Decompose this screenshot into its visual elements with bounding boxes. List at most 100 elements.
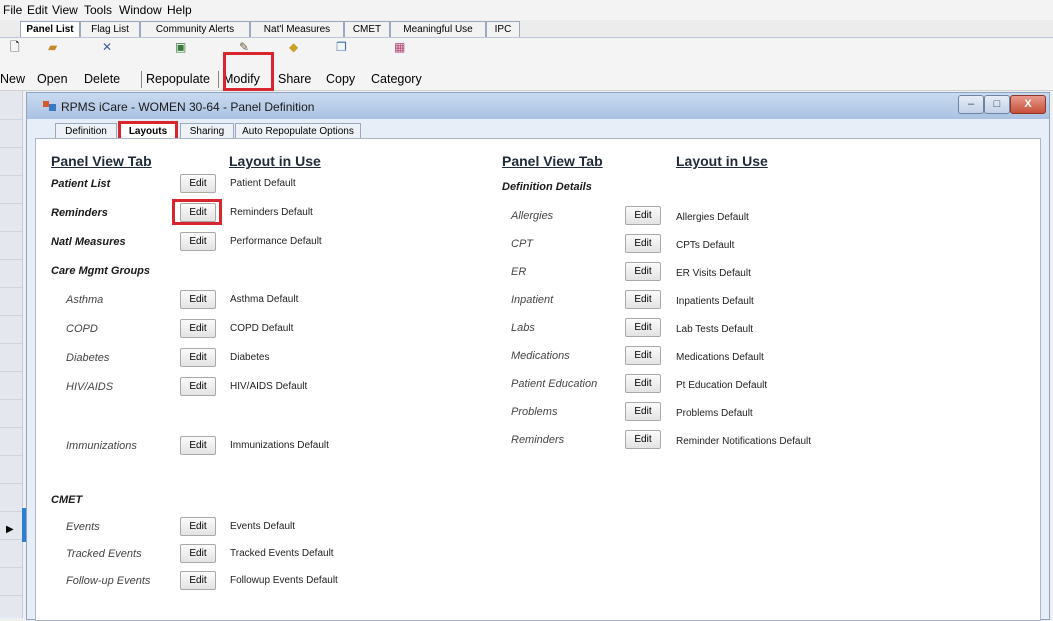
row-divider: [0, 399, 22, 400]
close-button[interactable]: X: [1010, 95, 1046, 114]
layout-name: Problems Default: [676, 408, 753, 419]
row-label: Labs: [511, 322, 535, 334]
row-label: Patient Education: [511, 378, 598, 390]
copy-button[interactable]: ❐ Copy: [320, 38, 368, 90]
menu-file[interactable]: File: [3, 3, 22, 17]
open-folder-icon: ▰: [48, 40, 58, 54]
repopulate-icon: ▣: [175, 40, 187, 54]
section-label: CMET: [51, 494, 83, 506]
menu-view[interactable]: View: [52, 3, 78, 17]
edit-button[interactable]: Edit: [625, 206, 661, 225]
menu-tools[interactable]: Tools: [84, 3, 112, 17]
edit-button[interactable]: Edit: [180, 319, 216, 338]
tab-cmet[interactable]: CMET: [344, 21, 390, 37]
menu-window[interactable]: Window: [119, 3, 162, 17]
edit-button[interactable]: Edit: [625, 262, 661, 281]
layout-name: Diabetes: [230, 352, 270, 363]
edit-button[interactable]: Edit: [180, 348, 216, 367]
layout-name: Performance Default: [230, 236, 322, 247]
row-divider: [0, 315, 22, 316]
row-label: Medications: [511, 350, 570, 362]
layouts-panel: Panel View Tab Layout in Use Panel View …: [35, 138, 1041, 621]
row-divider: [0, 567, 22, 568]
section-label: Definition Details: [502, 181, 592, 193]
edit-button[interactable]: Edit: [180, 571, 216, 590]
open-button[interactable]: ▰ Open: [34, 38, 80, 90]
layout-name: Reminder Notifications Default: [676, 436, 812, 447]
copy-icon: ❐: [336, 40, 347, 54]
row-label: Tracked Events: [66, 548, 142, 560]
panel-definition-window: RPMS iCare - WOMEN 30-64 - Panel Definit…: [26, 92, 1050, 621]
row-label: Reminders: [511, 434, 565, 446]
edit-button[interactable]: Edit: [180, 436, 216, 455]
tab-panel-list[interactable]: Panel List: [20, 21, 80, 37]
row-divider: [0, 287, 22, 288]
layout-name: Allergies Default: [676, 212, 749, 223]
edit-button[interactable]: Edit: [180, 517, 216, 536]
minimize-button[interactable]: –: [958, 95, 984, 114]
row-divider: [0, 511, 22, 512]
edit-button[interactable]: Edit: [180, 232, 216, 251]
layout-in-use-header: Layout in Use: [229, 153, 321, 169]
layout-in-use-header: Layout in Use: [676, 153, 768, 169]
edit-button[interactable]: Edit: [625, 318, 661, 337]
tab-meaningful-use[interactable]: Meaningful Use: [390, 21, 486, 37]
row-label: Natl Measures: [51, 236, 126, 248]
row-divider: [0, 455, 22, 456]
maximize-button[interactable]: □: [984, 95, 1010, 114]
delete-button[interactable]: ✕ Delete: [80, 38, 138, 90]
row-label: Asthma: [66, 294, 104, 306]
new-button[interactable]: 🗋 New: [0, 38, 34, 90]
category-button[interactable]: ▦ Category: [368, 38, 434, 90]
share-button[interactable]: ◆ Share: [272, 38, 320, 90]
edit-button[interactable]: Edit: [180, 377, 216, 396]
toolbar: 🗋 New ▰ Open ✕ Delete ▣ Repopulate ✎ Mod…: [0, 38, 1053, 91]
row-label: HIV/AIDS: [66, 381, 114, 393]
layout-name: COPD Default: [230, 323, 294, 334]
edit-button[interactable]: Edit: [180, 544, 216, 563]
row-divider: [0, 371, 22, 372]
tab-flag-list[interactable]: Flag List: [80, 21, 140, 37]
tab-ipc[interactable]: IPC: [486, 21, 520, 37]
tab-natl-measures[interactable]: Nat'l Measures: [250, 21, 344, 37]
row-divider: [0, 595, 22, 596]
row-divider: [0, 259, 22, 260]
tab-auto-repopulate-options[interactable]: Auto Repopulate Options: [235, 123, 361, 139]
edit-button[interactable]: Edit: [625, 430, 661, 449]
row-label: Diabetes: [66, 352, 110, 364]
row-divider: [0, 483, 22, 484]
app-icon: [43, 101, 56, 111]
tab-definition[interactable]: Definition: [55, 123, 117, 139]
share-icon: ◆: [289, 40, 299, 54]
row-label: Follow-up Events: [66, 575, 151, 587]
layout-name: ER Visits Default: [676, 268, 751, 279]
tab-community-alerts[interactable]: Community Alerts: [140, 21, 250, 37]
panel-view-tab-header: Panel View Tab: [502, 153, 603, 169]
layout-name: Patient Default: [230, 178, 296, 189]
layout-name: Events Default: [230, 521, 296, 532]
tab-sharing[interactable]: Sharing: [180, 123, 234, 139]
title-bar[interactable]: RPMS iCare - WOMEN 30-64 - Panel Definit…: [27, 93, 1049, 119]
repopulate-button[interactable]: ▣ Repopulate: [143, 38, 217, 90]
toolbar-separator: [218, 71, 219, 88]
menu-bar: File Edit View Tools Window Help: [0, 0, 1053, 20]
edit-button[interactable]: Edit: [625, 346, 661, 365]
edit-button[interactable]: Edit: [625, 290, 661, 309]
menu-edit[interactable]: Edit: [27, 3, 48, 17]
menu-help[interactable]: Help: [167, 3, 192, 17]
edit-button[interactable]: Edit: [180, 174, 216, 193]
row-divider: [0, 539, 22, 540]
row-divider: [0, 119, 22, 120]
main-tab-strip: Panel List Flag List Community Alerts Na…: [0, 20, 1053, 38]
row-divider: [0, 203, 22, 204]
edit-button[interactable]: Edit: [625, 374, 661, 393]
row-label: Problems: [511, 406, 558, 418]
edit-button[interactable]: Edit: [625, 234, 661, 253]
row-label: Immunizations: [66, 440, 137, 452]
window-title: RPMS iCare - WOMEN 30-64 - Panel Definit…: [61, 100, 315, 114]
edit-button[interactable]: Edit: [180, 290, 216, 309]
edit-button[interactable]: Edit: [625, 402, 661, 421]
new-document-icon: 🗋: [10, 40, 20, 54]
layout-name: Pt Education Default: [676, 380, 768, 391]
layout-name: Followup Events Default: [230, 575, 338, 586]
